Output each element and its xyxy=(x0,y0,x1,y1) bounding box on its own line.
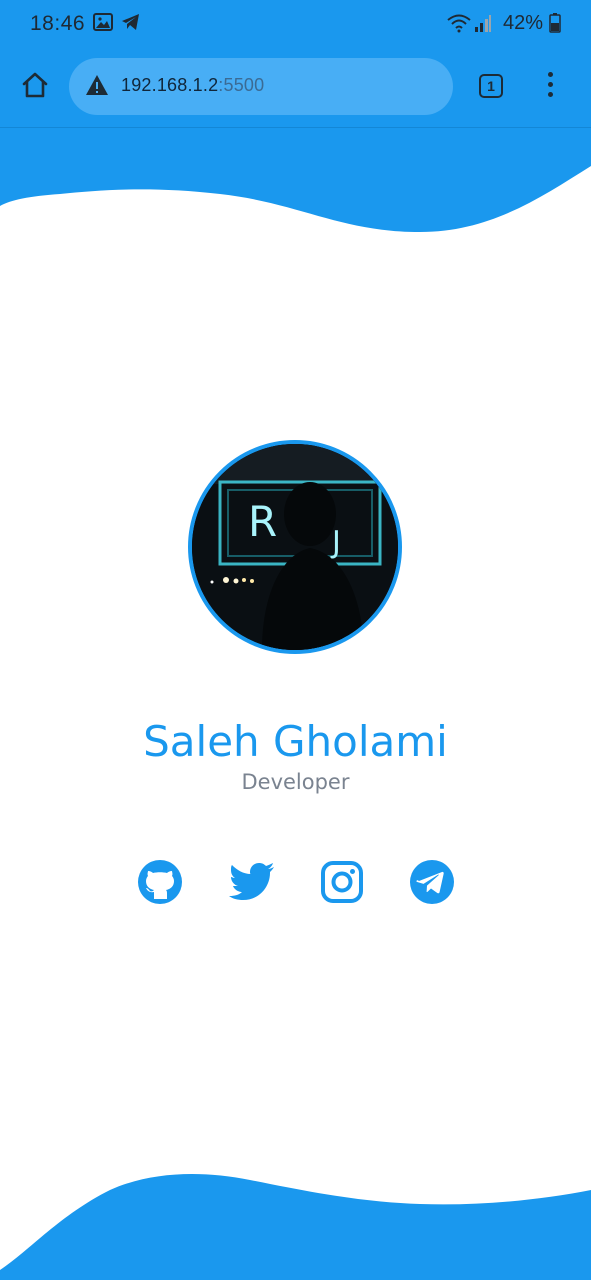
bottom-wave xyxy=(0,1174,591,1280)
twitter-icon xyxy=(229,862,275,907)
gallery-icon xyxy=(93,13,113,37)
social-links xyxy=(0,859,591,910)
more-menu-icon xyxy=(547,72,553,77)
browser-toolbar: 192.168.1.2:5500 1 xyxy=(0,48,591,128)
url-text[interactable]: 192.168.1.2:5500 xyxy=(121,75,264,96)
svg-text:R: R xyxy=(248,497,277,546)
battery-percent: 42% xyxy=(502,12,543,34)
telegram-link[interactable] xyxy=(408,859,456,910)
url-host: 192.168.1.2 xyxy=(121,75,219,95)
wifi-icon xyxy=(446,13,472,39)
profile-name: Saleh Gholami xyxy=(143,717,448,766)
battery-icon xyxy=(549,13,561,39)
instagram-link[interactable] xyxy=(318,860,366,908)
status-bar: 18:46 42% xyxy=(0,0,591,48)
tab-count: 1 xyxy=(487,78,495,94)
address-bar[interactable]: 192.168.1.2:5500 xyxy=(69,58,453,115)
telegram-notification-icon xyxy=(121,13,141,37)
twitter-link[interactable] xyxy=(228,860,276,908)
more-menu-button[interactable] xyxy=(537,72,563,102)
status-time: 18:46 xyxy=(30,12,86,35)
instagram-icon xyxy=(321,860,363,908)
url-port: :5500 xyxy=(218,75,265,95)
github-link[interactable] xyxy=(136,859,184,910)
home-button[interactable] xyxy=(14,66,56,108)
signal-icon xyxy=(474,13,492,39)
top-wave xyxy=(0,128,591,232)
browser-chrome: 18:46 42% 192.168.1.2:5500 1 xyxy=(0,0,591,128)
profile-avatar: R J xyxy=(188,440,402,654)
github-icon xyxy=(137,859,183,910)
telegram-icon xyxy=(409,859,455,910)
profile-role: Developer xyxy=(241,770,350,794)
tabs-button[interactable]: 1 xyxy=(479,74,503,98)
home-icon xyxy=(21,71,49,104)
not-secure-warning-icon[interactable] xyxy=(85,74,109,101)
